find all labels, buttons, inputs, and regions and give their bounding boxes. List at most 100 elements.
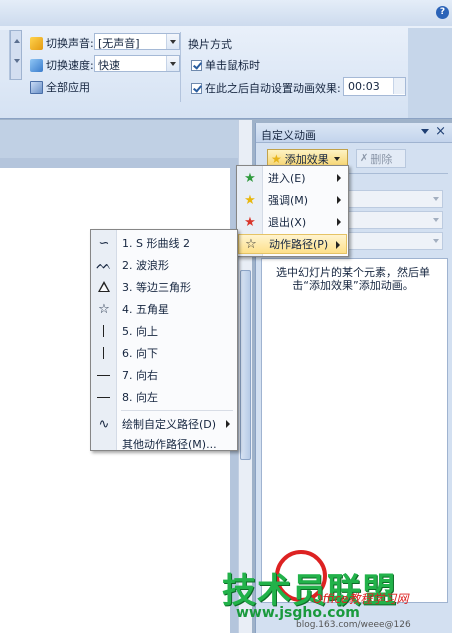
animation-list[interactable] [261,258,448,603]
line-right-icon [92,366,116,384]
menu-item-label: 8. 向左 [122,391,158,404]
line-left-icon [92,388,116,406]
menu-item-s-curve[interactable]: ∽ 1. S 形曲线 2 [92,233,236,253]
menu-item-wave[interactable]: ᨓ 2. 波浪形 [92,255,236,275]
menu-item-label: 7. 向右 [122,369,158,382]
menu-item-up[interactable]: 5. 向上 [92,321,236,341]
freeform-path-icon: ∿ [98,416,110,432]
help-button[interactable]: ? [436,6,449,19]
ribbon-top-bar: ? [0,0,452,26]
green-star-icon: ★ [244,170,256,186]
add-effect-menu: ★ 进入(E) ★ 强调(M) ★ 退出(X) ☆ 动作路径(P) [236,165,349,257]
outline-star-icon: ☆ [245,236,257,252]
auto-after-time-spinner[interactable]: 00:03 [343,77,406,96]
gallery-down-icon[interactable] [14,59,20,63]
delete-icon: ✗ [360,153,369,164]
group-divider [180,32,181,102]
wave-icon: ᨓ [96,257,112,273]
advance-group-title: 换片方式 [188,38,232,51]
submenu-arrow-icon [226,420,230,428]
on-click-checkbox[interactable] [191,59,202,71]
menu-item-right[interactable]: 7. 向右 [92,365,236,385]
close-icon[interactable]: × [435,124,446,139]
menu-item-entrance-label: 进入(E) [268,172,306,185]
line-up-icon [92,322,116,340]
menu-item-exit-label: 退出(X) [268,216,307,229]
watermark-blog: blog.163.com/weee@126 [296,620,411,630]
ribbon-gallery-edge [0,30,10,80]
pane-menu-chevron-icon[interactable] [421,129,429,134]
delete-button[interactable]: ✗ 删除 [356,149,406,168]
sound-icon [30,36,43,50]
menu-item-draw-custom-path[interactable]: ∿ 绘制自定义路径(D) [92,414,236,434]
on-click-label: 单击鼠标时 [205,59,260,72]
menu-item-label: 6. 向下 [122,347,158,360]
menu-item-entrance[interactable]: ★ 进入(E) [238,168,347,188]
menu-item-exit[interactable]: ★ 退出(X) [238,212,347,232]
ribbon-right-edge [408,28,452,118]
triangle-icon [92,278,116,296]
chevron-down-icon[interactable] [166,34,179,49]
animation-hint-text: 选中幻灯片的某个元素，然后单击“添加效果”添加动画。 [276,266,430,292]
scrollbar-thumb[interactable] [240,270,251,460]
speed-icon [30,58,43,72]
property-select[interactable] [346,211,443,229]
apply-all-icon [30,80,43,94]
gallery-scroll[interactable] [10,30,22,80]
red-star-icon: ★ [244,214,256,230]
yellow-star-icon: ★ [244,192,256,208]
menu-item-left[interactable]: 8. 向左 [92,387,236,407]
spin-down-icon[interactable] [393,86,405,94]
menu-separator [121,410,233,411]
speed-select[interactable] [346,232,443,250]
delete-label: 删除 [370,152,393,166]
motion-path-menu: ∽ 1. S 形曲线 2 ᨓ 2. 波浪形 3. 等边三角形 ☆ 4. 五角星 … [90,229,238,451]
menu-item-motion-paths-label: 动作路径(P) [269,238,329,251]
star-icon: ★ [271,151,282,166]
task-pane-title: 自定义动画 [261,129,316,142]
menu-item-star[interactable]: ☆ 4. 五角星 [92,299,236,319]
auto-after-time-value: 00:03 [348,80,380,93]
auto-after-checkbox[interactable] [191,82,202,94]
menu-item-label: 其他动作路径(M)... [122,438,217,451]
menu-item-motion-paths[interactable]: ☆ 动作路径(P) [238,234,347,254]
auto-after-label: 在此之后自动设置动画效果: [205,82,341,95]
transition-speed-row: 切换速度: [30,57,94,73]
apply-all-label: 全部应用 [46,81,90,94]
on-click-checkbox-row[interactable]: 单击鼠标时 [191,57,260,73]
spin-up-icon[interactable] [393,78,405,86]
watermark-url: www.jsgho.com [236,605,360,621]
menu-item-label: 绘制自定义路径(D) [122,418,217,431]
task-pane-header: 自定义动画 × [256,123,452,143]
transition-sound-value: [无声音] [98,37,140,50]
menu-item-label: 3. 等边三角形 [122,281,191,294]
menu-item-emphasis[interactable]: ★ 强调(M) [238,190,347,210]
menu-item-label: 5. 向上 [122,325,158,338]
menu-item-label: 2. 波浪形 [122,259,169,272]
gallery-up-icon[interactable] [14,39,20,43]
transition-speed-value: 快速 [98,59,120,72]
transition-sound-label: 切换声音: [46,37,94,50]
chevron-down-icon [333,156,340,161]
transition-speed-select[interactable]: 快速 [94,55,180,72]
apply-all-button[interactable]: 全部应用 [30,79,90,95]
submenu-arrow-icon [337,174,341,182]
slide-workspace-top [0,120,244,158]
submenu-arrow-icon [337,196,341,204]
transition-speed-label: 切换速度: [46,59,94,72]
chevron-down-icon[interactable] [166,56,179,71]
menu-item-down[interactable]: 6. 向下 [92,343,236,363]
line-down-icon [92,344,116,362]
menu-item-emphasis-label: 强调(M) [268,194,309,207]
transition-sound-row: 切换声音: [30,35,94,51]
menu-item-more-paths[interactable]: 其他动作路径(M)... [92,434,236,454]
submenu-arrow-icon [337,218,341,226]
start-select[interactable] [346,190,443,208]
menu-item-label: 1. S 形曲线 2 [122,237,190,250]
menu-item-triangle[interactable]: 3. 等边三角形 [92,277,236,297]
transition-sound-select[interactable]: [无声音] [94,33,180,50]
star-icon: ☆ [98,301,110,317]
auto-after-checkbox-row[interactable]: 在此之后自动设置动画效果: [191,80,341,96]
submenu-arrow-icon [336,241,340,249]
s-curve-icon: ∽ [98,235,110,251]
